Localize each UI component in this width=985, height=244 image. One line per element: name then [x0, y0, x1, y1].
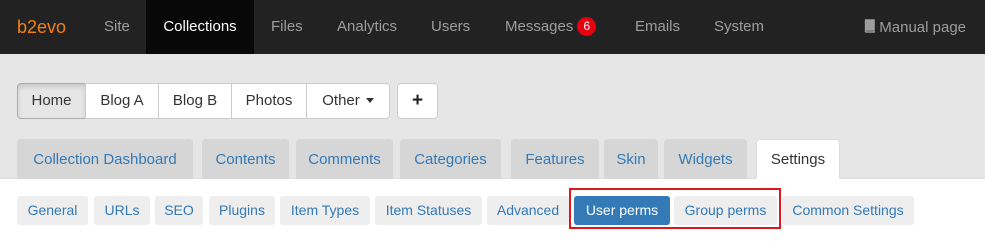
collection-blog-b-button[interactable]: Blog B	[158, 83, 232, 119]
tab-collection-dashboard[interactable]: Collection Dashboard	[17, 139, 193, 179]
tab-categories[interactable]: Categories	[400, 139, 501, 179]
nav-emails[interactable]: Emails	[635, 0, 680, 54]
nav-analytics[interactable]: Analytics	[337, 0, 397, 54]
nav-messages-label: Messages	[505, 18, 574, 35]
other-dropdown-label: Other	[322, 92, 360, 109]
book-icon	[863, 1, 876, 57]
subtab-general[interactable]: General	[17, 196, 88, 225]
add-collection-button[interactable]: +	[397, 83, 438, 119]
subtab-urls[interactable]: URLs	[94, 196, 150, 225]
tab-comments[interactable]: Comments	[296, 139, 393, 179]
tab-features[interactable]: Features	[511, 139, 599, 179]
caret-down-icon	[365, 98, 374, 103]
collection-home-button[interactable]: Home	[17, 83, 86, 119]
nav-files[interactable]: Files	[271, 0, 303, 54]
subtab-seo[interactable]: SEO	[155, 196, 203, 225]
collection-photos-button[interactable]: Photos	[231, 83, 307, 119]
subtab-item-types[interactable]: Item Types	[280, 196, 370, 225]
manual-page-label: Manual page	[879, 19, 966, 36]
nav-site[interactable]: Site	[104, 0, 130, 54]
subtab-item-statuses[interactable]: Item Statuses	[375, 196, 482, 225]
nav-users[interactable]: Users	[431, 0, 470, 54]
nav-system[interactable]: System	[714, 0, 764, 54]
subtab-common-settings[interactable]: Common Settings	[782, 196, 914, 225]
tab-skin[interactable]: Skin	[604, 139, 658, 179]
unread-count-badge: 6	[577, 17, 597, 36]
highlight-annotation-box	[569, 188, 781, 229]
nav-collections[interactable]: Collections	[146, 0, 254, 54]
collection-blog-a-button[interactable]: Blog A	[85, 83, 159, 119]
nav-messages[interactable]: Messages 6	[505, 0, 597, 54]
top-navbar: b2evo Site Collections Files Analytics U…	[0, 0, 985, 54]
subtab-plugins[interactable]: Plugins	[209, 196, 275, 225]
collection-other-dropdown[interactable]: Other	[306, 83, 390, 119]
subtab-advanced[interactable]: Advanced	[487, 196, 569, 225]
tab-settings[interactable]: Settings	[756, 139, 840, 179]
collection-switcher: Home Blog A Blog B Photos Other	[17, 83, 390, 119]
manual-page-link[interactable]: Manual page	[863, 0, 966, 54]
brand-logo[interactable]: b2evo	[17, 0, 66, 54]
tab-widgets[interactable]: Widgets	[664, 139, 747, 179]
tab-contents[interactable]: Contents	[202, 139, 289, 179]
